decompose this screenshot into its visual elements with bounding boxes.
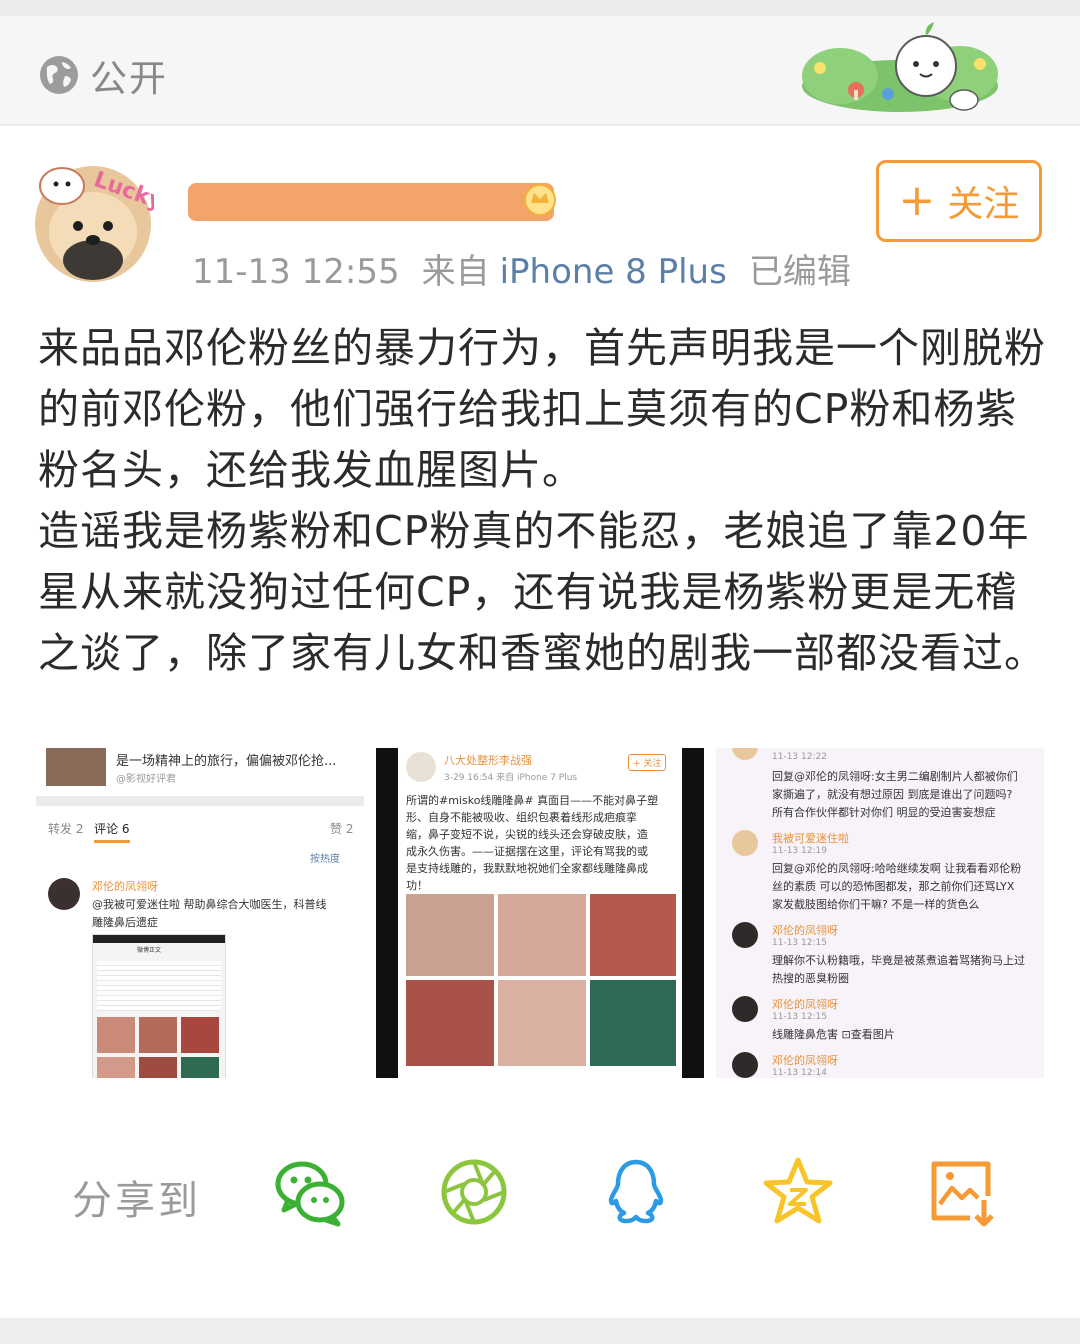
comment-line: 雕隆鼻后遗症 (92, 916, 158, 929)
sort-label: 按热度 (310, 854, 340, 865)
nested-photo (181, 1057, 219, 1078)
comment-name: 邓伦的凤翎呀 (772, 998, 838, 1011)
image2-text: 形、自身不能被吸收、组织包裹着线形成疤痕挛 (406, 811, 637, 824)
tab-likes: 赞 2 (330, 822, 354, 836)
comment-avatar (732, 996, 758, 1022)
comment-time: 11-13 12:14 (772, 1068, 827, 1078)
post-image-1[interactable]: 是一场精神上的旅行，偏偏被邓伦抢... @影视好评君 转发 2 评论 6 赞 2… (36, 748, 364, 1078)
comment-line: 所有合作伙伴都针对你们 明显的受迫害妄想症 (772, 806, 996, 819)
image2-card: 八大处整形李战强 3-29 16:54 来自 iPhone 7 Plus + 关… (398, 748, 682, 1078)
comment-time: 11-13 12:15 (772, 938, 827, 948)
thumbnail (46, 748, 106, 786)
nested-screenshot: 微博正文 (92, 934, 226, 1078)
surgery-photo (498, 980, 586, 1066)
tab-underline (94, 840, 130, 843)
post-content: 来品品邓伦粉丝的暴力行为，首先声明我是一个刚脱粉的前邓伦粉，他们强行给我扣上莫须… (38, 318, 1048, 684)
post-image-3[interactable]: 11-13 12:22 回复@邓伦的凤翎呀:女主男二编剧制片人都被你们 家撕遍了… (716, 748, 1044, 1078)
post-meta: 11-13 12:55 来自 iPhone 8 Plus 已编辑 (192, 244, 873, 293)
comment-name: 我被可爱迷住啦 (772, 832, 849, 845)
comment-line: 回复@邓伦的凤翎呀:女主男二编剧制片人都被你们 (772, 770, 1018, 783)
nested-photo (139, 1017, 177, 1053)
image2-meta: 3-29 16:54 来自 iPhone 7 Plus (444, 773, 578, 783)
visibility-bar: 公开 (0, 0, 1080, 126)
image2-text: 缩，鼻子变短不说，尖锐的线头还会穿破皮肤，造 (406, 828, 648, 841)
nested-photo (97, 1057, 135, 1078)
comment-line: 线雕隆鼻危害 ⊡查看图片 (772, 1028, 895, 1041)
commenter-avatar (48, 878, 80, 910)
plus-icon: + (898, 175, 936, 226)
post-paragraph: 造谣我是杨紫粉和CP粉真的不能忍，老娘追了靠20年星从来就没狗过任何CP，还有说… (38, 507, 1046, 677)
source-device[interactable]: iPhone 8 Plus (500, 252, 727, 292)
comment-time: 11-13 12:15 (772, 1012, 827, 1022)
image2-text: 所谓的#misko线雕隆鼻# 真面目——不能对鼻子塑 (406, 794, 659, 807)
tab-repost: 转发 2 (48, 822, 84, 836)
qq-icon[interactable] (600, 1156, 672, 1228)
globe-icon (40, 56, 78, 94)
avatar[interactable]: Lucky (32, 150, 154, 284)
divider (36, 796, 364, 806)
nested-photo (181, 1017, 219, 1053)
moments-icon[interactable] (438, 1156, 510, 1228)
nested-photo (139, 1057, 177, 1078)
surgery-photo (406, 980, 494, 1066)
mascot-illustration (802, 22, 998, 112)
visibility-label: 公开 (90, 57, 168, 100)
comment-line: @我被可爱迷住啦 帮助鼻综合大咖医生，科普线 (92, 898, 327, 911)
username-redacted[interactable] (188, 183, 554, 221)
top-strip (0, 0, 1080, 16)
wechat-icon[interactable] (274, 1156, 346, 1228)
visibility-indicator[interactable]: 公开 (38, 48, 168, 102)
image1-sub: @影视好评君 (116, 774, 176, 785)
nested-text (97, 961, 221, 1011)
member-crown-icon (524, 184, 556, 216)
comment-name: 邓伦的凤翎呀 (772, 924, 838, 937)
surgery-photo (590, 894, 676, 976)
comment-time: 11-13 12:22 (772, 752, 827, 762)
comment-avatar (732, 830, 758, 856)
nested-statusbar (93, 935, 225, 943)
post-image-2[interactable]: 八大处整形李战强 3-29 16:54 来自 iPhone 7 Plus + 关… (376, 748, 704, 1078)
comment-line: 回复@邓伦的凤翎呀:哈哈继续发啊 让我看看邓伦粉 (772, 862, 1022, 875)
commenter-name: 邓伦的凤翎呀 (92, 880, 158, 893)
nested-photo (97, 1017, 135, 1053)
comment-time: 11-13 12:19 (772, 846, 827, 856)
follow-button[interactable]: + 关注 (876, 160, 1042, 242)
qzone-icon[interactable] (762, 1156, 834, 1228)
image2-follow: + 关注 (628, 754, 667, 771)
nested-title: 微博正文 (137, 947, 162, 954)
bottom-strip (0, 1318, 1080, 1344)
comment-avatar (732, 748, 758, 760)
surgery-photo (590, 980, 676, 1066)
surgery-photo (406, 894, 494, 976)
image2-text: 是支持线雕的，我默默地祝她们全家都线雕隆鼻成 (406, 862, 648, 875)
surgery-photo (498, 894, 586, 976)
image2-text: 成永久伤害。——证据摆在这里，评论有骂我的或 (406, 845, 648, 858)
comment-avatar (732, 922, 758, 948)
share-bar: 分享到 (0, 1130, 1080, 1250)
image1-headline: 是一场精神上的旅行，偏偏被邓伦抢... (116, 754, 337, 769)
post-paragraph: 来品品邓伦粉丝的暴力行为，首先声明我是一个刚脱粉的前邓伦粉，他们强行给我扣上莫须… (38, 324, 1046, 494)
comment-avatar (732, 1052, 758, 1078)
comment-line: 理解你不认粉籍哦，毕竟是被蒸煮追着骂猪狗马上过 (772, 954, 1025, 967)
tab-comments: 评论 6 (94, 822, 130, 836)
image2-avatar (406, 752, 436, 782)
comment-line: 家撕遍了，就没有想过原因 到底是谁出了问题吗? (772, 788, 1013, 801)
post-timestamp: 11-13 12:55 (192, 252, 400, 292)
edited-label[interactable]: 已编辑 (749, 252, 851, 292)
image2-text: 功！ (406, 879, 428, 892)
image2-user: 八大处整形李战强 (444, 754, 532, 767)
save-image-icon[interactable] (926, 1156, 998, 1228)
comment-name: 邓伦的凤翎呀 (772, 1054, 838, 1067)
comment-line: 热搜的恶臭粉圈 (772, 972, 849, 985)
source-prefix: 来自 (421, 252, 490, 292)
share-label: 分享到 (72, 1178, 201, 1224)
comment-line: 家发截肢图给你们干嘛? 不是一样的货色么 (772, 898, 980, 911)
comment-line: 丝的素质 可以的恐怖图都发，那之前你们还骂LYX (772, 880, 1015, 893)
follow-label: 关注 (947, 184, 1020, 225)
